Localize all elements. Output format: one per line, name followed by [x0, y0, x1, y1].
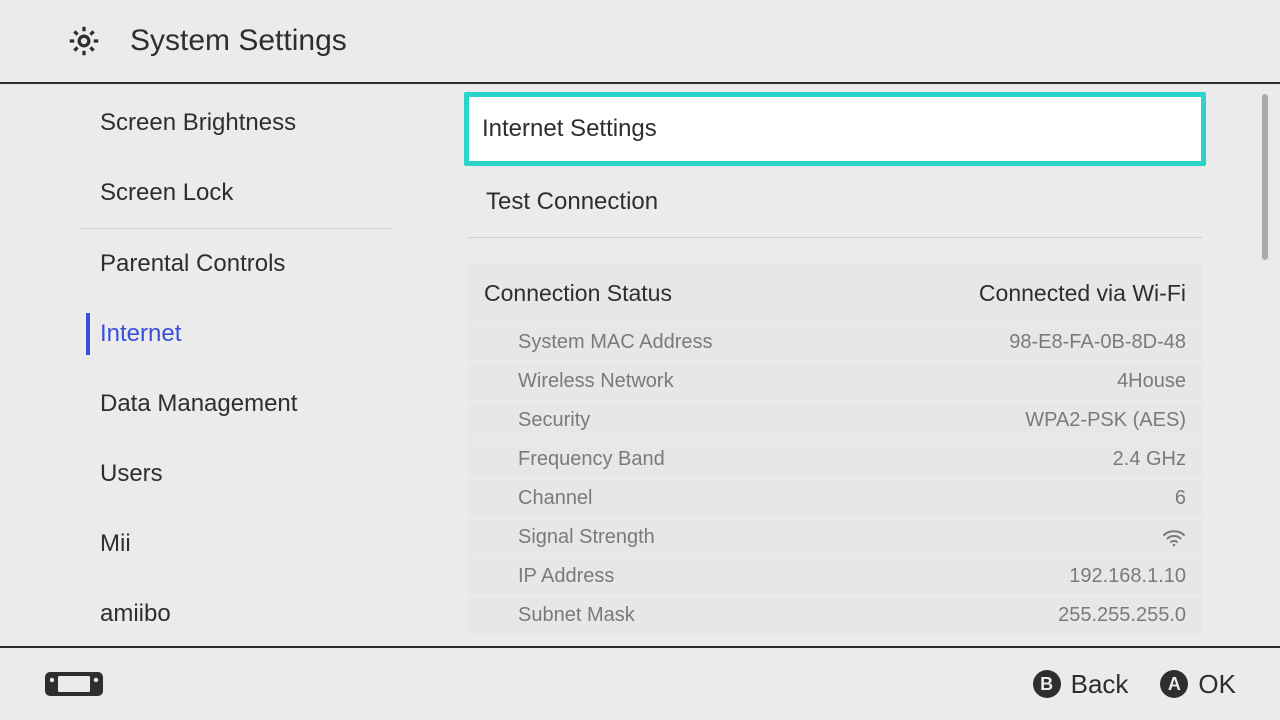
ok-label: OK: [1198, 669, 1236, 700]
sidebar-item-data-management[interactable]: Data Management: [0, 369, 438, 439]
wifi-icon: [1162, 529, 1186, 547]
sidebar-item-label: Mii: [100, 530, 131, 558]
sidebar-item-amiibo[interactable]: amiibo: [0, 579, 438, 634]
status-label: Frequency Band: [518, 448, 665, 471]
content: Internet Settings Test Connection Connec…: [438, 84, 1280, 634]
menu-item-test-connection[interactable]: Test Connection: [468, 166, 1202, 238]
status-value: 2.4 GHz: [1113, 448, 1186, 471]
ok-button[interactable]: A OK: [1160, 669, 1236, 700]
status-label: IP Address: [518, 565, 614, 588]
sidebar-item-internet[interactable]: Internet: [0, 299, 438, 369]
status-row-signal: Signal Strength: [468, 519, 1202, 558]
sidebar: Screen Brightness Screen Lock Parental C…: [0, 84, 438, 634]
connection-status-card: Connection Status Connected via Wi-Fi Sy…: [468, 264, 1202, 634]
status-row-ssid: Wireless Network 4House: [468, 363, 1202, 402]
status-value: 4House: [1117, 370, 1186, 393]
sidebar-item-mii[interactable]: Mii: [0, 509, 438, 579]
status-row-security: Security WPA2-PSK (AES): [468, 402, 1202, 441]
sidebar-item-label: Data Management: [100, 390, 297, 418]
menu-item-internet-settings[interactable]: Internet Settings: [464, 92, 1206, 166]
status-value: 192.168.1.10: [1069, 565, 1186, 588]
status-label: Subnet Mask: [518, 604, 635, 627]
sidebar-item-screen-lock[interactable]: Screen Lock: [0, 158, 438, 228]
back-button[interactable]: B Back: [1033, 669, 1129, 700]
sidebar-item-label: Users: [100, 460, 163, 488]
status-label: Security: [518, 409, 590, 432]
sidebar-item-label: Screen Brightness: [100, 109, 296, 137]
main: Screen Brightness Screen Lock Parental C…: [0, 84, 1280, 634]
sidebar-item-screen-brightness[interactable]: Screen Brightness: [0, 88, 438, 158]
gear-icon: [66, 23, 102, 59]
sidebar-item-label: amiibo: [100, 600, 171, 628]
back-label: Back: [1071, 669, 1129, 700]
page-title: System Settings: [130, 24, 347, 58]
a-button-icon: A: [1160, 670, 1188, 698]
status-row-ip: IP Address 192.168.1.10: [468, 558, 1202, 597]
sidebar-item-label: Internet: [100, 320, 181, 348]
sidebar-item-label: Screen Lock: [100, 179, 233, 207]
controller-icon: [44, 669, 104, 699]
menu-item-label: Internet Settings: [482, 115, 657, 143]
status-row-channel: Channel 6: [468, 480, 1202, 519]
status-value: 98-E8-FA-0B-8D-48: [1009, 331, 1186, 354]
sidebar-item-label: Parental Controls: [100, 250, 285, 278]
status-value: WPA2-PSK (AES): [1025, 409, 1186, 432]
status-label: Channel: [518, 487, 593, 510]
status-label: Signal Strength: [518, 526, 655, 549]
status-row-subnet: Subnet Mask 255.255.255.0: [468, 597, 1202, 634]
status-value: 255.255.255.0: [1058, 604, 1186, 627]
status-row-frequency: Frequency Band 2.4 GHz: [468, 441, 1202, 480]
status-header: Connection Status Connected via Wi-Fi: [468, 264, 1202, 324]
status-title: Connection Status: [484, 280, 672, 307]
status-summary: Connected via Wi-Fi: [979, 280, 1186, 307]
footer: B Back A OK: [0, 646, 1280, 720]
b-button-icon: B: [1033, 670, 1061, 698]
status-label: Wireless Network: [518, 370, 674, 393]
status-value: 6: [1175, 487, 1186, 510]
sidebar-item-users[interactable]: Users: [0, 439, 438, 509]
menu-item-label: Test Connection: [486, 188, 658, 216]
status-row-mac: System MAC Address 98-E8-FA-0B-8D-48: [468, 324, 1202, 363]
sidebar-item-parental-controls[interactable]: Parental Controls: [0, 229, 438, 299]
header: System Settings: [0, 0, 1280, 84]
scrollbar[interactable]: [1262, 94, 1268, 260]
status-label: System MAC Address: [518, 331, 713, 354]
